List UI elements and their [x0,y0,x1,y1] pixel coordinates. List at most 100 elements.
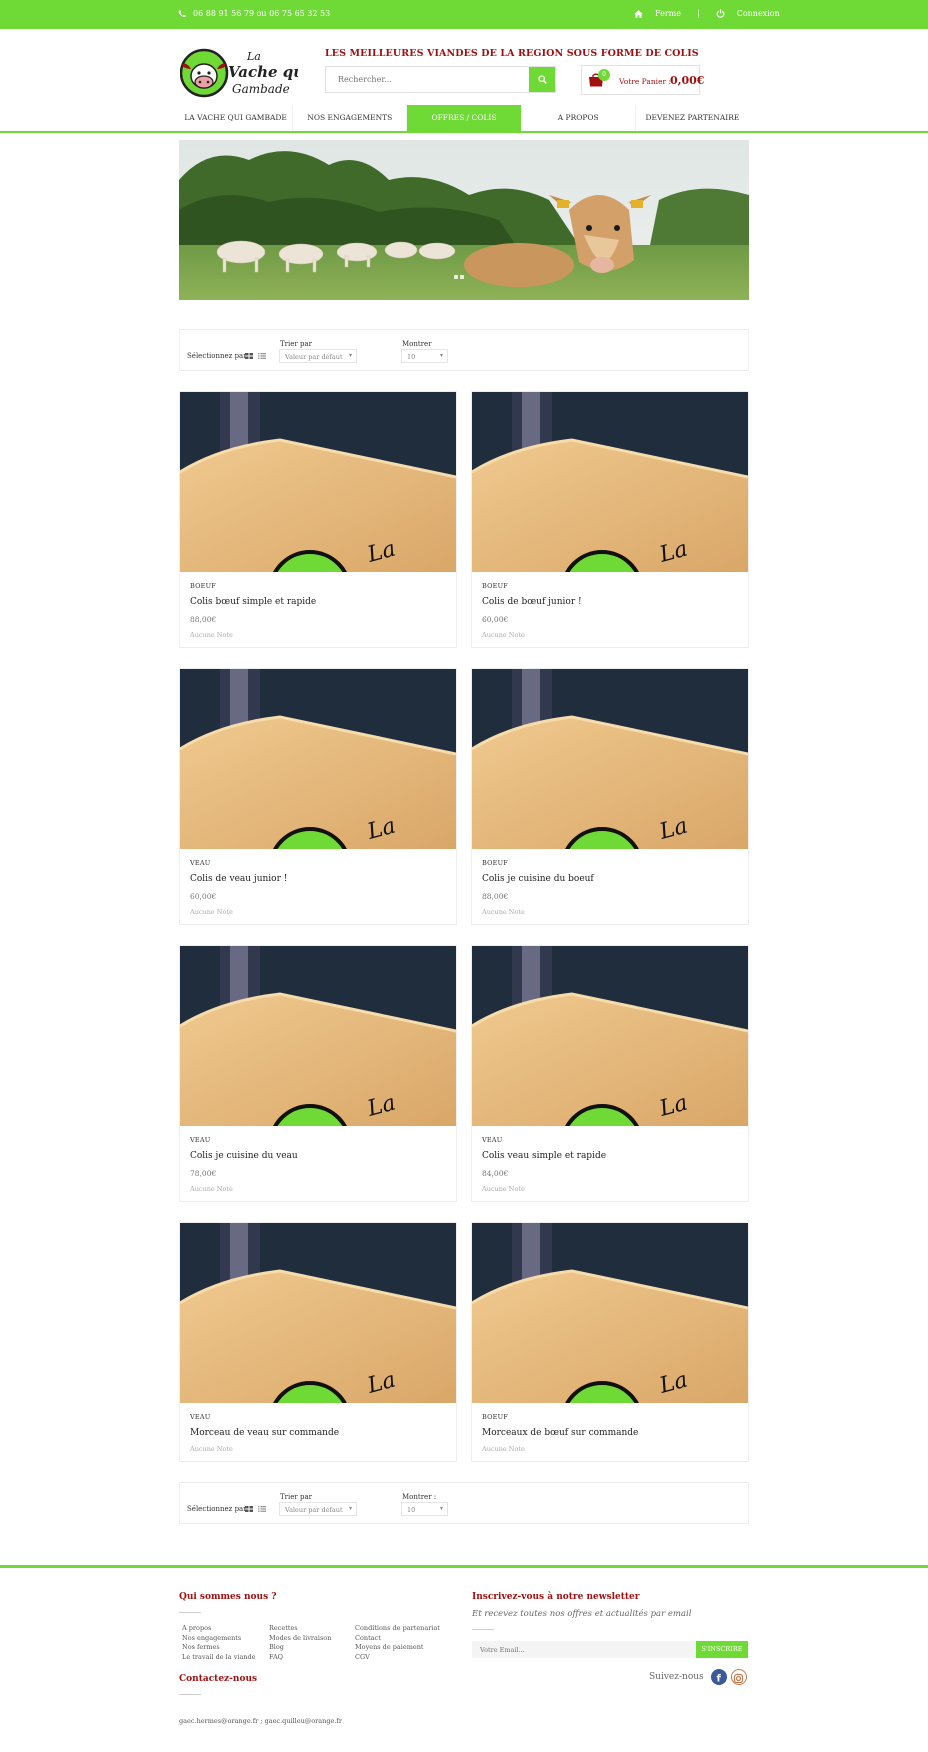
product-price: 88,00€ [482,892,509,901]
search-input[interactable] [326,67,529,92]
product-category[interactable]: VEAU [190,1136,210,1144]
newsletter-email-input[interactable] [472,1641,696,1658]
nav-item-la-vache-qui-gambade[interactable]: LA VACHE QUI GAMBADE [179,105,294,131]
product-image[interactable]: La [180,946,456,1126]
instagram-icon[interactable] [731,1669,747,1685]
sort-label: Trier par [280,1493,312,1501]
product-toolbar-bottom: Sélectionnez par : Trier par Valeur par … [179,1482,749,1524]
footer-link[interactable]: FAQ [269,1653,331,1663]
product-price: 88,00€ [190,615,217,624]
cart-widget[interactable]: 0 Votre Panier : 0,00€ [581,65,704,95]
product-card[interactable]: La BOEUF Colis je cuisine du boeuf 88,00€ Au… [471,668,749,925]
product-title[interactable]: Colis je cuisine du veau [190,1151,298,1161]
product-card[interactable]: La VEAU Morceau de veau sur commande Aucune… [179,1222,457,1462]
login-link[interactable]: Connexion [737,9,780,18]
product-title[interactable]: Colis de bœuf junior ! [482,597,582,607]
footer-link[interactable]: Nos fermes [182,1643,256,1653]
product-price: 60,00€ [190,892,217,901]
search-bar [325,66,556,93]
show-count-dropdown[interactable]: 10 [401,349,448,363]
product-category[interactable]: BOEUF [482,859,508,867]
product-toolbar-top: Sélectionnez par : Trier par Valeur par … [179,329,749,371]
footer-link[interactable]: Contact [355,1634,440,1644]
sort-dropdown[interactable]: Valeur par défaut [279,1502,357,1516]
product-image[interactable]: La [180,392,456,572]
product-rating: Aucune Note [190,631,233,639]
product-image[interactable]: La [472,946,748,1126]
product-card[interactable]: La VEAU Colis je cuisine du veau 78,00€ Aucu… [179,945,457,1202]
nav-underline [0,131,928,133]
product-image[interactable]: La [472,392,748,572]
svg-text:La: La [246,50,261,63]
footer-link[interactable]: CGV [355,1653,440,1663]
svg-text:Vache qui: Vache qui [228,63,298,81]
grid-view-icon[interactable] [245,1506,253,1512]
list-view-icon[interactable] [258,353,266,359]
footer-about-title: Qui sommes nous ? [179,1592,277,1602]
svg-text:Gambade: Gambade [232,82,290,96]
footer-divider [179,1694,201,1695]
home-icon [634,9,643,18]
product-title[interactable]: Colis je cuisine du boeuf [482,874,594,884]
product-category[interactable]: BOEUF [482,582,508,590]
nav-item-nos-engagements[interactable]: NOS ENGAGEMENTS [293,105,408,131]
footer-link[interactable]: Blog [269,1643,331,1653]
footer-top-line [0,1565,928,1568]
product-card[interactable]: La BOEUF Colis bœuf simple et rapide 88,00€… [179,391,457,648]
product-category[interactable]: VEAU [190,859,210,867]
product-card[interactable]: La VEAU Colis veau simple et rapide 84,00€ A… [471,945,749,1202]
footer-link[interactable]: Le travail de la viande [182,1653,256,1663]
footer-link[interactable]: Modes de livraison [269,1634,331,1644]
power-icon [716,9,725,18]
product-title[interactable]: Morceaux de bœuf sur commande [482,1428,638,1438]
footer-link[interactable]: A propos [182,1624,256,1634]
cart-amount: 0,00€ [670,74,705,87]
product-title[interactable]: Colis veau simple et rapide [482,1151,606,1161]
nav-item-offres-colis[interactable]: OFFRES / COLIS [407,105,522,131]
nav-item-a-propos[interactable]: A PROPOS [522,105,636,131]
product-category[interactable]: BOEUF [482,1413,508,1421]
footer-link[interactable]: Nos engagements [182,1634,256,1644]
product-title[interactable]: Morceau de veau sur commande [190,1428,339,1438]
product-image[interactable]: La [180,669,456,849]
sort-dropdown[interactable]: Valeur par défaut [279,349,357,363]
product-title[interactable]: Colis de veau junior ! [190,874,287,884]
product-image[interactable]: La [472,669,748,849]
header: La Vache qui Gambade LES MEILLEURES VIAN… [0,29,928,104]
top-divider: | [697,9,700,18]
footer-email[interactable]: gaec.hermes@orange.fr ; gaec.quilleu@ora… [179,1717,342,1725]
cart-label: Votre Panier : [619,77,672,86]
product-image[interactable]: La [180,1223,456,1403]
cart-count-badge: 0 [598,69,610,81]
product-price: 84,00€ [482,1169,509,1178]
product-category[interactable]: BOEUF [190,582,216,590]
footer-link[interactable]: Recettes [269,1624,331,1634]
product-rating: Aucune Note [482,908,525,916]
nav-item-devenez-partenaire[interactable]: DEVENEZ PARTENAIRE [636,105,749,131]
tagline: LES MEILLEURES VIANDES DE LA REGION SOUS… [325,48,699,59]
product-card[interactable]: La BOEUF Morceaux de bœuf sur commande Aucu… [471,1222,749,1462]
grid-view-icon[interactable] [245,353,253,359]
facebook-icon[interactable]: f [711,1669,727,1685]
list-view-icon[interactable] [258,1506,266,1512]
product-category[interactable]: VEAU [482,1136,502,1144]
footer-links-col3: Conditions de partenariat Contact Moyens… [355,1624,440,1662]
svg-text:f: f [717,1674,722,1685]
show-count-dropdown[interactable]: 10 [401,1502,448,1516]
footer-link[interactable]: Moyens de paiement [355,1643,440,1653]
product-image[interactable]: La [472,1223,748,1403]
product-card[interactable]: La VEAU Colis de veau junior ! 60,00€ Aucune… [179,668,457,925]
subscribe-button[interactable]: S'INSCRIRE [696,1641,748,1658]
top-links: Ferme | Connexion [634,9,780,18]
search-button[interactable] [529,67,555,92]
home-link[interactable]: Ferme [655,9,681,18]
product-category[interactable]: VEAU [190,1413,210,1421]
show-label: Montrer : [402,1493,437,1501]
footer-links-col2: Recettes Modes de livraison Blog FAQ [269,1624,331,1662]
product-card[interactable]: La BOEUF Colis de bœuf junior ! 60,00€ Aucun… [471,391,749,648]
phone-icon [178,10,186,17]
footer-link[interactable]: Conditions de partenariat [355,1624,440,1634]
product-title[interactable]: Colis bœuf simple et rapide [190,597,316,607]
footer-divider [472,1629,494,1630]
site-logo[interactable]: La Vache qui Gambade [179,46,310,100]
